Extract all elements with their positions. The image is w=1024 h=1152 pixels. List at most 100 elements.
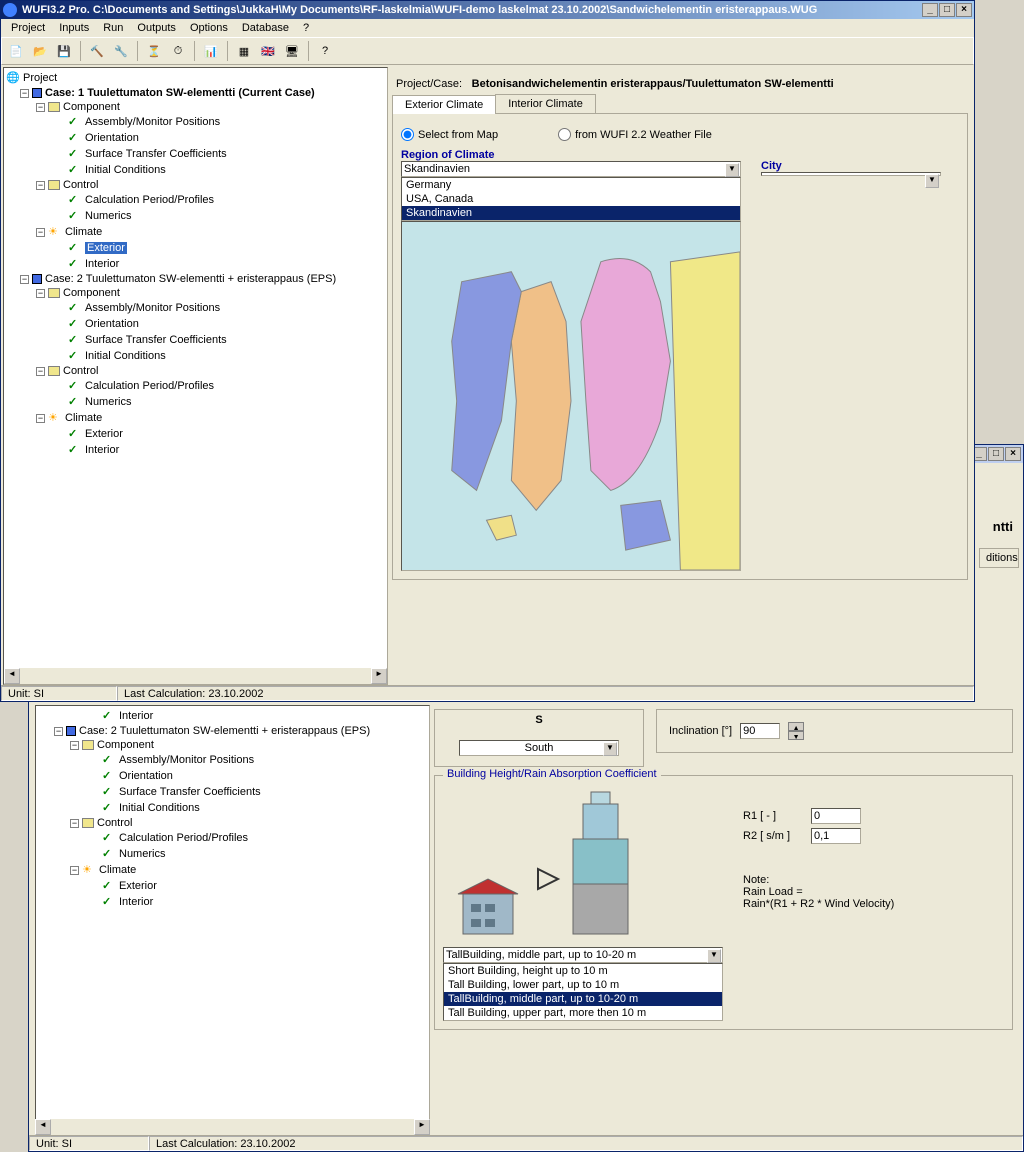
chevron-down-icon: ▼	[725, 163, 739, 177]
check-icon	[68, 427, 82, 441]
expander-icon[interactable]: −	[36, 289, 45, 298]
region-label: Region of Climate	[401, 149, 741, 161]
expander-icon[interactable]: −	[70, 819, 79, 828]
chevron-down-icon: ▼	[707, 949, 721, 963]
expander-icon[interactable]: −	[36, 414, 45, 423]
tree-item-exterior[interactable]: Exterior	[85, 242, 127, 254]
titlebar[interactable]: WUFI3.2 Pro. C:\Documents and Settings\J…	[1, 1, 974, 19]
scroll-right-icon[interactable]: ►	[414, 1119, 430, 1135]
menubar: Project Inputs Run Outputs Options Datab…	[1, 19, 974, 37]
spin-up[interactable]: ▲	[788, 722, 804, 731]
folder-icon	[48, 102, 60, 112]
status-unit: Unit: SI	[29, 1136, 149, 1151]
r2-input[interactable]	[811, 828, 861, 844]
tree-scrollbar-w2[interactable]: ◄ ►	[35, 1119, 430, 1135]
minimize-btn[interactable]: _	[922, 3, 938, 17]
building-height-section: Building Height/Rain Absorption Coeffici…	[434, 775, 1013, 1030]
expander-icon[interactable]: −	[70, 741, 79, 750]
chevron-down-icon: ▼	[925, 174, 939, 188]
save-icon[interactable]: 💾	[54, 41, 74, 61]
expander-icon[interactable]: −	[36, 103, 45, 112]
help-icon[interactable]: ?	[315, 41, 335, 61]
tab-exterior-climate[interactable]: Exterior Climate	[392, 95, 496, 114]
tool-icon[interactable]: 🔨	[87, 41, 107, 61]
building-height-dropdown[interactable]: TallBuilding, middle part, up to 10-20 m…	[443, 947, 723, 963]
scroll-right-icon[interactable]: ►	[371, 668, 387, 684]
r1-input[interactable]	[811, 808, 861, 824]
sun-icon	[48, 225, 62, 239]
open-icon[interactable]: 📂	[30, 41, 50, 61]
case-icon	[32, 88, 42, 98]
chevron-down-icon: ▼	[603, 742, 617, 756]
check-icon	[102, 753, 116, 767]
expander-icon[interactable]: −	[20, 89, 29, 98]
r1-label: R1 [ - ]	[743, 810, 803, 822]
check-icon	[102, 879, 116, 893]
check-icon	[68, 257, 82, 271]
tab-interior-climate[interactable]: Interior Climate	[495, 94, 596, 113]
region-listbox[interactable]: Germany USA, Canada Skandinavien	[401, 177, 741, 221]
building-height-listbox[interactable]: Short Building, height up to 10 m Tall B…	[443, 963, 723, 1021]
tool-icon[interactable]: 📊	[201, 41, 221, 61]
radio-select-map[interactable]: Select from Map	[401, 128, 498, 141]
project-tree-w2[interactable]: Interior −Case: 2 Tuulettumaton SW-eleme…	[35, 705, 430, 1133]
tree-scrollbar[interactable]: ◄ ►	[4, 668, 387, 684]
project-tree[interactable]: 🌐Project −Case: 1 Tuulettumaton SW-eleme…	[3, 67, 388, 685]
check-icon	[68, 349, 82, 363]
folder-icon	[48, 180, 60, 190]
check-icon	[68, 163, 82, 177]
menu-options[interactable]: Options	[184, 21, 234, 35]
scroll-left-icon[interactable]: ◄	[4, 668, 20, 684]
check-icon	[68, 131, 82, 145]
tool-icon[interactable]: 🖥	[282, 41, 302, 61]
menu-project[interactable]: Project	[5, 21, 51, 35]
partial-tab: ditions	[979, 548, 1019, 568]
check-icon	[68, 301, 82, 315]
note-label: Note:	[743, 874, 894, 886]
check-icon	[68, 147, 82, 161]
close-btn[interactable]: ×	[1005, 447, 1021, 461]
status-lastcalc: Last Calculation: 23.10.2002	[149, 1136, 1023, 1151]
check-icon	[68, 209, 82, 223]
status-bar: Unit: SI Last Calculation: 23.10.2002	[1, 685, 974, 701]
expander-icon[interactable]: −	[54, 727, 63, 736]
scroll-left-icon[interactable]: ◄	[35, 1119, 51, 1135]
expander-icon[interactable]: −	[36, 228, 45, 237]
tab-content: Select from Map from WUFI 2.2 Weather Fi…	[392, 114, 968, 580]
radio-weather-file[interactable]: from WUFI 2.2 Weather File	[558, 128, 712, 141]
menu-inputs[interactable]: Inputs	[53, 21, 95, 35]
city-label: City	[761, 160, 941, 172]
region-dropdown[interactable]: Skandinavien ▼	[401, 161, 741, 177]
expander-icon[interactable]: −	[20, 275, 29, 284]
tool-icon[interactable]: ⏱	[168, 41, 188, 61]
check-icon	[102, 895, 116, 909]
flag-icon[interactable]: 🇬🇧	[258, 41, 278, 61]
expander-icon[interactable]: −	[36, 367, 45, 376]
sun-icon	[82, 863, 96, 877]
menu-outputs[interactable]: Outputs	[131, 21, 182, 35]
check-icon	[68, 317, 82, 331]
check-icon	[68, 395, 82, 409]
building-illustration	[443, 784, 663, 944]
folder-icon	[48, 366, 60, 376]
menu-database[interactable]: Database	[236, 21, 295, 35]
tool-icon[interactable]: 🔧	[111, 41, 131, 61]
maximize-btn[interactable]: □	[988, 447, 1004, 461]
folder-icon	[82, 818, 94, 828]
menu-run[interactable]: Run	[97, 21, 129, 35]
spin-down[interactable]: ▼	[788, 731, 804, 740]
new-icon[interactable]: 📄	[6, 41, 26, 61]
direction-dropdown[interactable]: South ▼	[459, 740, 619, 756]
maximize-btn[interactable]: □	[939, 3, 955, 17]
content-panel: Project/Case: Betonisandwichelementin er…	[388, 67, 972, 685]
menu-help[interactable]: ?	[297, 21, 315, 35]
city-dropdown[interactable]: ▼	[761, 172, 941, 176]
section-title: Building Height/Rain Absorption Coeffici…	[443, 768, 661, 780]
expander-icon[interactable]: −	[36, 181, 45, 190]
expander-icon[interactable]: −	[70, 866, 79, 875]
inclination-input[interactable]	[740, 723, 780, 739]
climate-map[interactable]	[401, 221, 741, 571]
run-icon[interactable]: ⏳	[144, 41, 164, 61]
tool-icon[interactable]: ▦	[234, 41, 254, 61]
close-btn[interactable]: ×	[956, 3, 972, 17]
